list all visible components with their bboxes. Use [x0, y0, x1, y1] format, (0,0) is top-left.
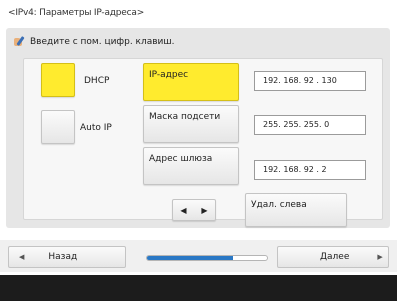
- gateway-label: Адрес шлюза: [149, 154, 213, 164]
- cursor-right-icon[interactable]: ▶: [201, 206, 207, 215]
- back-button[interactable]: ◀ Назад: [8, 246, 126, 268]
- footer-bar: [0, 275, 397, 301]
- ip-address-field[interactable]: 192. 168. 92 . 130: [254, 71, 366, 91]
- delete-left-label: Удал. слева: [251, 200, 307, 210]
- ip-address-label: IP-адрес: [149, 70, 189, 80]
- autoip-checkbox[interactable]: [41, 110, 75, 144]
- ip-address-button[interactable]: IP-адрес: [143, 63, 239, 101]
- cursor-arrows: ◀ ▶: [172, 199, 216, 221]
- hint-text: Введите с пом. цифр. клавиш.: [30, 36, 175, 47]
- subnet-mask-label: Маска подсети: [149, 112, 221, 122]
- dhcp-label: DHCP: [84, 76, 110, 86]
- progress-fill: [147, 256, 234, 260]
- delete-left-button[interactable]: Удал. слева: [245, 193, 347, 227]
- back-arrow-icon: ◀: [19, 253, 25, 261]
- next-label: Далее: [320, 252, 350, 262]
- next-arrow-icon: ▶: [377, 253, 383, 261]
- next-button[interactable]: Далее ▶: [277, 246, 389, 268]
- subnet-mask-field[interactable]: 255. 255. 255. 0: [254, 115, 366, 135]
- gateway-button[interactable]: Адрес шлюза: [143, 147, 239, 185]
- keypad-input-icon: [14, 36, 26, 47]
- progress-bar: [146, 255, 268, 261]
- cursor-left-icon[interactable]: ◀: [180, 206, 186, 215]
- gateway-field[interactable]: 192. 168. 92 . 2: [254, 160, 366, 180]
- screen-title: <IPv4: Параметры IP-адреса>: [8, 8, 145, 18]
- back-label: Назад: [48, 252, 78, 262]
- input-hint: Введите с пом. цифр. клавиш.: [14, 36, 175, 47]
- dhcp-checkbox[interactable]: [41, 63, 75, 97]
- autoip-label: Auto IP: [80, 123, 112, 133]
- subnet-mask-button[interactable]: Маска подсети: [143, 105, 239, 143]
